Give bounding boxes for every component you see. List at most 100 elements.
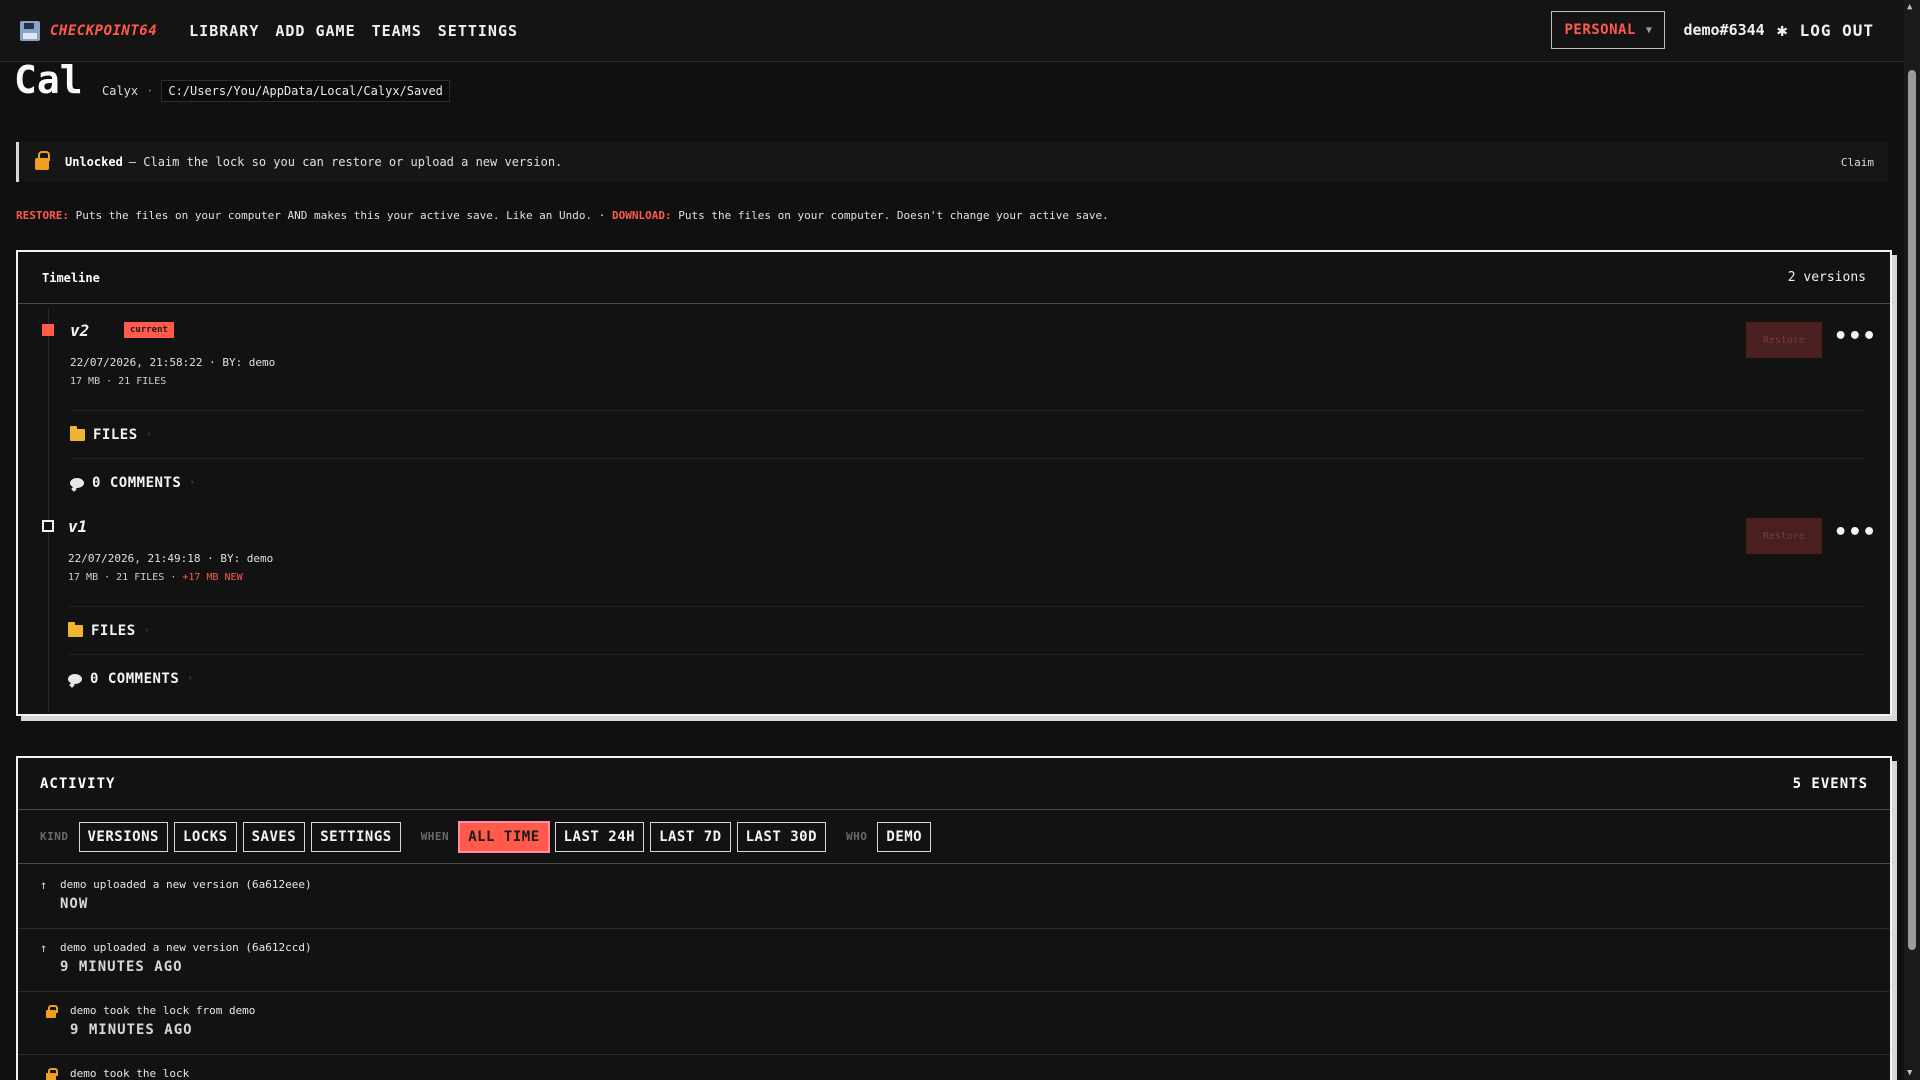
comments-label: 0 COMMENTS <box>90 670 180 687</box>
version-name: v2 <box>70 321 90 340</box>
top-bar: CHECKPOINT64 LIBRARY ADD GAME TEAMS SETT… <box>0 0 1904 62</box>
download-keyword: DOWNLOAD: <box>612 209 672 222</box>
timeline-header: Timeline 2 versions <box>18 252 1890 304</box>
version-meta: 22/07/2026, 21:58:22 · BY: demo <box>70 356 276 369</box>
activity-event: ↑ demo uploaded a new version (6a612ccd)… <box>18 929 1890 992</box>
filter-settings[interactable]: SETTINGS <box>311 821 401 852</box>
main-nav: LIBRARY ADD GAME TEAMS SETTINGS <box>189 22 534 40</box>
comment-icon <box>68 673 82 684</box>
user-area: PERSONAL ▼ demo#6344 ✱ LOG OUT <box>1551 11 1874 49</box>
activity-event: demo took the lock <box>18 1055 1890 1080</box>
game-title: Cal <box>14 58 83 102</box>
comments-row[interactable]: 0 COMMENTS › <box>70 458 1866 506</box>
lock-banner: Unlocked — Claim the lock so you can res… <box>16 142 1888 182</box>
timeline-card: Timeline 2 versions v2 current 22/07/202… <box>16 250 1892 716</box>
files-row[interactable]: FILES › <box>70 410 1866 458</box>
filter-all-time[interactable]: ALL TIME <box>459 821 549 852</box>
comments-label: 0 COMMENTS <box>92 474 182 491</box>
scrollbar-thumb[interactable] <box>1908 70 1916 950</box>
lock-icon <box>46 1068 58 1080</box>
files-label: FILES <box>93 426 138 443</box>
filter-last-30d[interactable]: LAST 30D <box>736 821 827 852</box>
upload-icon: ↑ <box>40 878 48 892</box>
scroll-up-icon[interactable]: ▲ <box>1907 2 1912 12</box>
folder-icon <box>70 425 85 441</box>
current-badge: current <box>124 322 174 338</box>
username: demo#6344 <box>1683 21 1765 39</box>
event-text: demo uploaded a new version (6a612eee) <box>60 878 312 891</box>
files-row[interactable]: FILES › <box>68 606 1866 654</box>
version-name: v1 <box>68 517 88 536</box>
current-version-marker <box>42 324 54 336</box>
timeline-rail <box>48 308 49 712</box>
files-label: FILES <box>91 622 136 639</box>
more-options-icon[interactable]: ••• <box>1834 324 1877 349</box>
activity-header: ACTIVITY 5 EVENTS <box>18 758 1890 810</box>
lock-icon <box>46 1005 58 1018</box>
event-time: 9 MINUTES AGO <box>60 959 183 975</box>
claim-button[interactable]: Claim <box>1841 156 1874 169</box>
filter-locks[interactable]: LOCKS <box>173 821 237 852</box>
event-text: demo took the lock <box>70 1067 190 1080</box>
comments-row[interactable]: 0 COMMENTS › <box>68 654 1866 702</box>
restore-help: Puts the files on your computer AND make… <box>68 209 613 222</box>
more-options-icon[interactable]: ••• <box>1834 520 1877 545</box>
activity-title: ACTIVITY <box>40 775 116 792</box>
theme-toggle-icon[interactable]: ✱ <box>1777 20 1788 41</box>
event-text: demo uploaded a new version (6a612ccd) <box>60 941 312 954</box>
event-time: 9 MINUTES AGO <box>70 1022 193 1038</box>
filter-last-24h[interactable]: LAST 24H <box>554 821 645 852</box>
lock-status: Unlocked <box>65 155 123 169</box>
workspace-label: PERSONAL <box>1564 22 1636 38</box>
activity-filters: KIND VERSIONS LOCKS SAVES SETTINGS WHEN … <box>18 810 1890 864</box>
who-filter-label: WHO <box>846 830 868 843</box>
restore-keyword: RESTORE: <box>16 209 69 222</box>
kind-filter-label: KIND <box>40 830 69 843</box>
help-text: RESTORE: Puts the files on your computer… <box>16 209 1109 222</box>
nav-teams[interactable]: TEAMS <box>372 22 422 40</box>
version-stats: 17 MB · 21 FILES · +17 MB NEW <box>68 572 243 583</box>
chevron-icon: › <box>145 429 152 440</box>
filter-who-demo[interactable]: DEMO <box>877 821 932 852</box>
scroll-down-icon[interactable]: ▼ <box>1907 1068 1912 1078</box>
new-size-badge: +17 MB NEW <box>182 572 243 583</box>
separator: · <box>146 84 154 98</box>
save-path: C:/Users/You/AppData/Local/Calyx/Saved <box>161 80 450 102</box>
filter-last-7d[interactable]: LAST 7D <box>650 821 731 852</box>
game-name: Calyx <box>102 84 139 98</box>
nav-library[interactable]: LIBRARY <box>189 22 259 40</box>
workspace-select[interactable]: PERSONAL ▼ <box>1551 11 1666 49</box>
chevron-icon: › <box>143 625 150 636</box>
floppy-disk-icon <box>20 20 40 41</box>
activity-event: demo took the lock from demo 9 MINUTES A… <box>18 992 1890 1055</box>
event-count: 5 EVENTS <box>1792 775 1868 792</box>
filter-versions[interactable]: VERSIONS <box>78 821 168 852</box>
timeline-title: Timeline <box>42 270 100 285</box>
version-meta: 22/07/2026, 21:49:18 · BY: demo <box>68 552 274 565</box>
version-count: 2 versions <box>1787 270 1866 285</box>
filter-saves[interactable]: SAVES <box>242 821 306 852</box>
event-time: NOW <box>60 896 89 912</box>
game-meta: Calyx · C:/Users/You/AppData/Local/Calyx… <box>102 80 450 102</box>
folder-icon <box>68 621 83 637</box>
restore-button[interactable]: Restore <box>1746 518 1822 554</box>
nav-settings[interactable]: SETTINGS <box>438 22 518 40</box>
restore-button[interactable]: Restore <box>1746 322 1822 358</box>
unlocked-icon <box>35 151 50 170</box>
brand-name: CHECKPOINT64 <box>50 22 158 39</box>
version-marker <box>42 520 54 532</box>
comment-icon <box>70 477 84 488</box>
chevron-icon: › <box>187 673 194 684</box>
download-help: Puts the files on your computer. Doesn't… <box>671 209 1109 222</box>
lock-message: — Claim the lock so you can restore or u… <box>128 155 563 169</box>
nav-add-game[interactable]: ADD GAME <box>275 22 355 40</box>
chevron-down-icon: ▼ <box>1645 24 1653 36</box>
logo[interactable]: CHECKPOINT64 <box>20 20 158 41</box>
activity-card: ACTIVITY 5 EVENTS KIND VERSIONS LOCKS SA… <box>16 756 1892 1080</box>
scrollbar[interactable]: ▲ ▼ <box>1904 0 1920 1080</box>
event-text: demo took the lock from demo <box>70 1004 256 1017</box>
version-stats: 17 MB · 21 FILES <box>70 376 167 387</box>
chevron-icon: › <box>189 477 196 488</box>
upload-icon: ↑ <box>40 941 48 955</box>
logout-button[interactable]: LOG OUT <box>1800 21 1874 40</box>
